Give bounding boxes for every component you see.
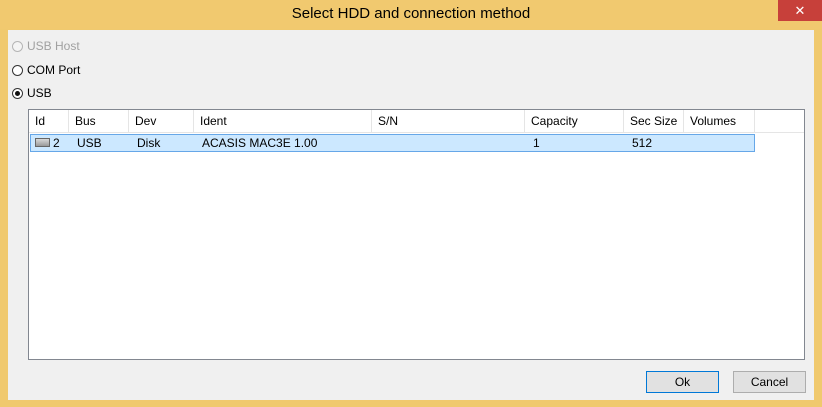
dialog-window: Select HDD and connection method ✕ USB H…: [0, 0, 822, 407]
column-header-ident[interactable]: Ident: [194, 110, 372, 132]
close-icon: ✕: [794, 3, 806, 18]
column-header-id[interactable]: Id: [29, 110, 69, 132]
radio-label: USB Host: [27, 39, 80, 53]
cell-sec-size: 512: [632, 136, 653, 150]
title-bar[interactable]: Select HDD and connection method ✕: [0, 0, 822, 29]
radio-com-port[interactable]: COM Port: [12, 62, 80, 78]
column-header-dev[interactable]: Dev: [129, 110, 194, 132]
cell-dev: Disk: [137, 136, 161, 150]
column-header-capacity[interactable]: Capacity: [525, 110, 624, 132]
radio-circle-icon: [12, 87, 23, 99]
dialog-client-area: USB Host COM Port USB Id Bus Dev Ident S…: [8, 30, 814, 400]
list-header: Id Bus Dev Ident S/N Capacity Sec Size V…: [29, 110, 804, 133]
column-header-sec-size[interactable]: Sec Size: [624, 110, 684, 132]
cell-bus: USB: [77, 136, 102, 150]
table-row[interactable]: 2 USB Disk ACASIS MAC3E 1.00 1 512: [30, 134, 755, 152]
drive-icon: [35, 138, 50, 148]
dialog-title: Select HDD and connection method: [291, 5, 531, 22]
cell-id: 2: [31, 135, 71, 151]
column-header-sn[interactable]: S/N: [372, 110, 525, 132]
radio-usb[interactable]: USB: [12, 85, 52, 101]
column-header-bus[interactable]: Bus: [69, 110, 129, 132]
radio-circle-icon: [12, 64, 23, 76]
cell-ident: ACASIS MAC3E 1.00: [202, 136, 318, 150]
radio-usb-host: USB Host: [12, 38, 80, 54]
cell-id-text: 2: [53, 136, 60, 150]
ok-button[interactable]: Ok: [646, 371, 719, 393]
radio-dot-icon: [15, 90, 20, 96]
cell-capacity: 1: [533, 136, 540, 150]
radio-label: USB: [27, 86, 52, 100]
hdd-list[interactable]: Id Bus Dev Ident S/N Capacity Sec Size V…: [28, 109, 805, 360]
close-button[interactable]: ✕: [778, 0, 822, 21]
radio-label: COM Port: [27, 63, 81, 77]
cancel-button[interactable]: Cancel: [733, 371, 806, 393]
cell-sn: [374, 135, 527, 151]
column-header-volumes[interactable]: Volumes: [684, 110, 755, 132]
cell-volumes: [686, 135, 754, 151]
radio-circle-icon: [12, 40, 23, 52]
